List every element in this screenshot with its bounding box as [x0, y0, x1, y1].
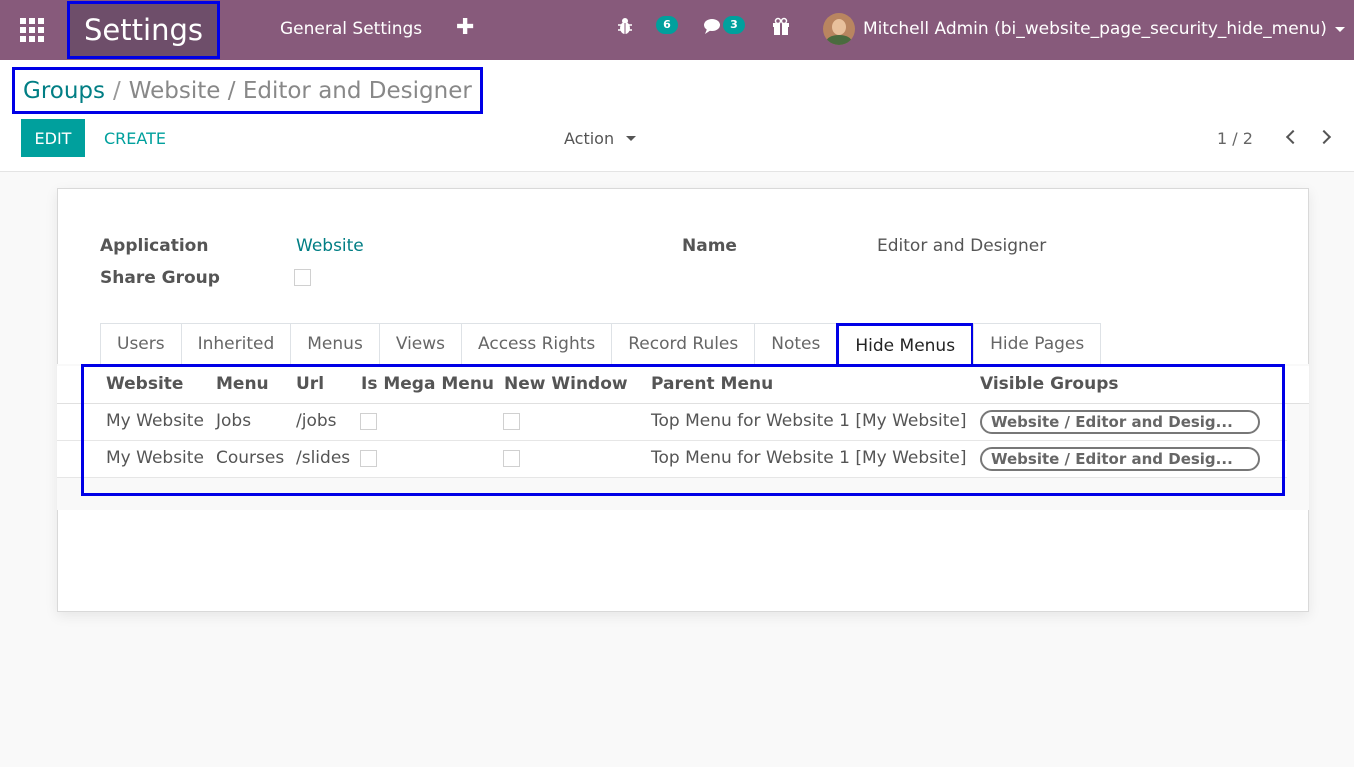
create-button[interactable]: CREATE	[104, 129, 166, 148]
chat-icon[interactable]	[704, 17, 724, 40]
chat-badge: 3	[723, 16, 745, 34]
app-title[interactable]: Settings	[67, 1, 220, 59]
breadcrumb-separator: /	[113, 77, 121, 104]
control-panel: Groups / Website / Editor and Designer E…	[0, 60, 1354, 172]
chevron-down-icon[interactable]	[1335, 27, 1345, 32]
chevron-left-icon[interactable]	[1282, 128, 1301, 146]
tab-access-rights[interactable]: Access Rights	[461, 323, 613, 364]
application-label: Application	[100, 236, 209, 256]
breadcrumb-current: Website / Editor and Designer	[128, 77, 472, 104]
pager-value[interactable]: 1 / 2	[1217, 129, 1253, 148]
share-group-checkbox[interactable]	[294, 269, 311, 286]
tab-users[interactable]: Users	[100, 323, 182, 364]
plus-icon[interactable]: ✚	[456, 15, 474, 40]
tab-views[interactable]: Views	[378, 323, 463, 364]
breadcrumb-groups-link[interactable]: Groups	[23, 78, 105, 104]
tab-record-rules[interactable]: Record Rules	[611, 323, 756, 364]
breadcrumb: Groups / Website / Editor and Designer	[12, 67, 483, 114]
name-label: Name	[682, 236, 737, 256]
action-dropdown[interactable]: Action	[564, 129, 614, 148]
chevron-right-icon[interactable]	[1316, 128, 1335, 146]
tab-menus[interactable]: Menus	[290, 323, 380, 364]
user-menu[interactable]: Mitchell Admin (bi_website_page_security…	[863, 19, 1327, 39]
caret-down-icon[interactable]	[626, 136, 636, 141]
top-navbar: Settings General Settings ✚ 6 3 Mitchell…	[0, 0, 1354, 60]
bug-icon[interactable]	[617, 17, 633, 40]
application-field[interactable]: Website	[296, 236, 364, 256]
tab-hide-pages[interactable]: Hide Pages	[973, 323, 1102, 364]
debug-badge: 6	[656, 16, 678, 34]
notebook-tabs: Users Inherited Menus Views Access Right…	[100, 323, 1102, 365]
user-avatar[interactable]	[823, 13, 855, 45]
list-highlight-frame	[81, 364, 1285, 496]
apps-grid-icon[interactable]	[20, 18, 44, 42]
name-field[interactable]: Editor and Designer	[877, 236, 1046, 256]
share-group-label: Share Group	[100, 268, 220, 288]
edit-button[interactable]: EDIT	[21, 119, 85, 157]
tab-notes[interactable]: Notes	[754, 323, 838, 364]
tab-inherited[interactable]: Inherited	[180, 323, 292, 364]
gift-icon[interactable]	[772, 17, 790, 40]
menu-general-settings[interactable]: General Settings	[280, 19, 422, 39]
tab-hide-menus[interactable]: Hide Menus	[836, 323, 975, 365]
